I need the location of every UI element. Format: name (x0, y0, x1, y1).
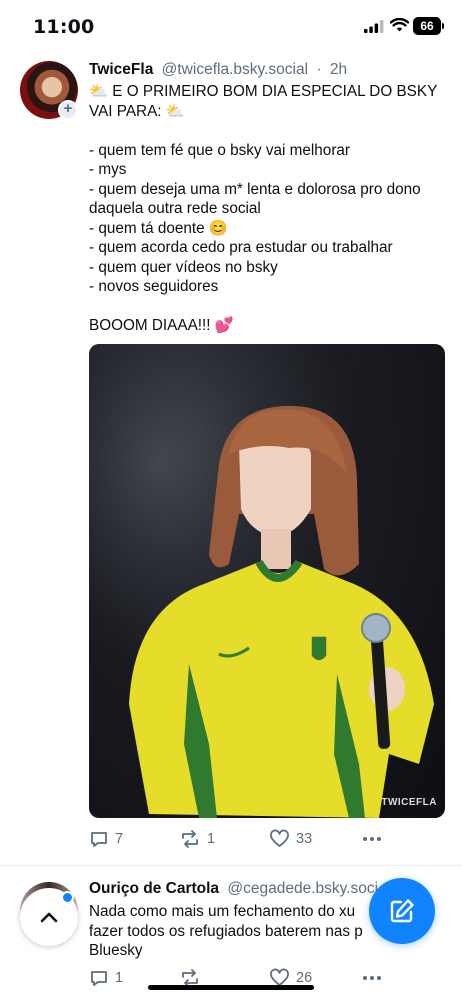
follow-plus-icon[interactable]: + (58, 100, 78, 120)
repost-count: 1 (207, 831, 216, 847)
compose-button[interactable] (369, 878, 435, 944)
more-icon (363, 976, 381, 980)
more-button[interactable] (361, 829, 383, 849)
like-button[interactable]: 33 (269, 829, 312, 849)
unread-indicator (61, 891, 74, 904)
post-header: Ouriço de Cartola @cegadede.bsky.soci (89, 880, 378, 898)
repost-button[interactable]: 1 (179, 829, 215, 849)
separator: · (316, 61, 322, 78)
reply-icon (91, 832, 107, 847)
wifi-icon (390, 18, 409, 32)
photo-illustration (89, 344, 445, 818)
battery-icon: 66 (413, 17, 441, 35)
reply-button[interactable]: 7 (89, 829, 123, 849)
reply-icon (91, 971, 107, 986)
battery-tip (442, 23, 444, 29)
status-bar: 11:00 66 (0, 0, 462, 56)
signal-icon (364, 20, 384, 33)
author-handle[interactable]: @twicefla.bsky.social (162, 61, 308, 78)
clock: 11:00 (33, 16, 95, 38)
home-indicator[interactable] (148, 985, 314, 990)
author-name[interactable]: TwiceFla (89, 61, 153, 78)
reply-count: 7 (115, 831, 124, 847)
post-image[interactable]: TWICEFLA (89, 344, 445, 818)
post-text: ⛅ E O PRIMEIRO BOM DIA ESPECIAL DO BSKY … (89, 83, 438, 334)
post-age: 2h (329, 61, 348, 78)
author-name[interactable]: Ouriço de Cartola (89, 880, 219, 897)
author-handle[interactable]: @cegadede.bsky.soci (227, 880, 378, 897)
image-watermark: TWICEFLA (381, 797, 437, 808)
post-divider (0, 865, 462, 866)
chevron-up-icon (40, 912, 58, 923)
compose-icon (390, 899, 414, 923)
reply-count: 1 (115, 970, 124, 986)
reply-button[interactable]: 1 (89, 968, 123, 988)
like-count: 33 (296, 831, 313, 847)
repost-icon (182, 830, 198, 848)
more-icon (363, 837, 381, 841)
post-header: TwiceFla @twicefla.bsky.social · 2h (89, 61, 347, 79)
more-button[interactable] (361, 968, 383, 988)
post-actions: 7 1 33 (89, 829, 389, 853)
like-count: 26 (296, 970, 313, 986)
like-icon (270, 829, 289, 847)
